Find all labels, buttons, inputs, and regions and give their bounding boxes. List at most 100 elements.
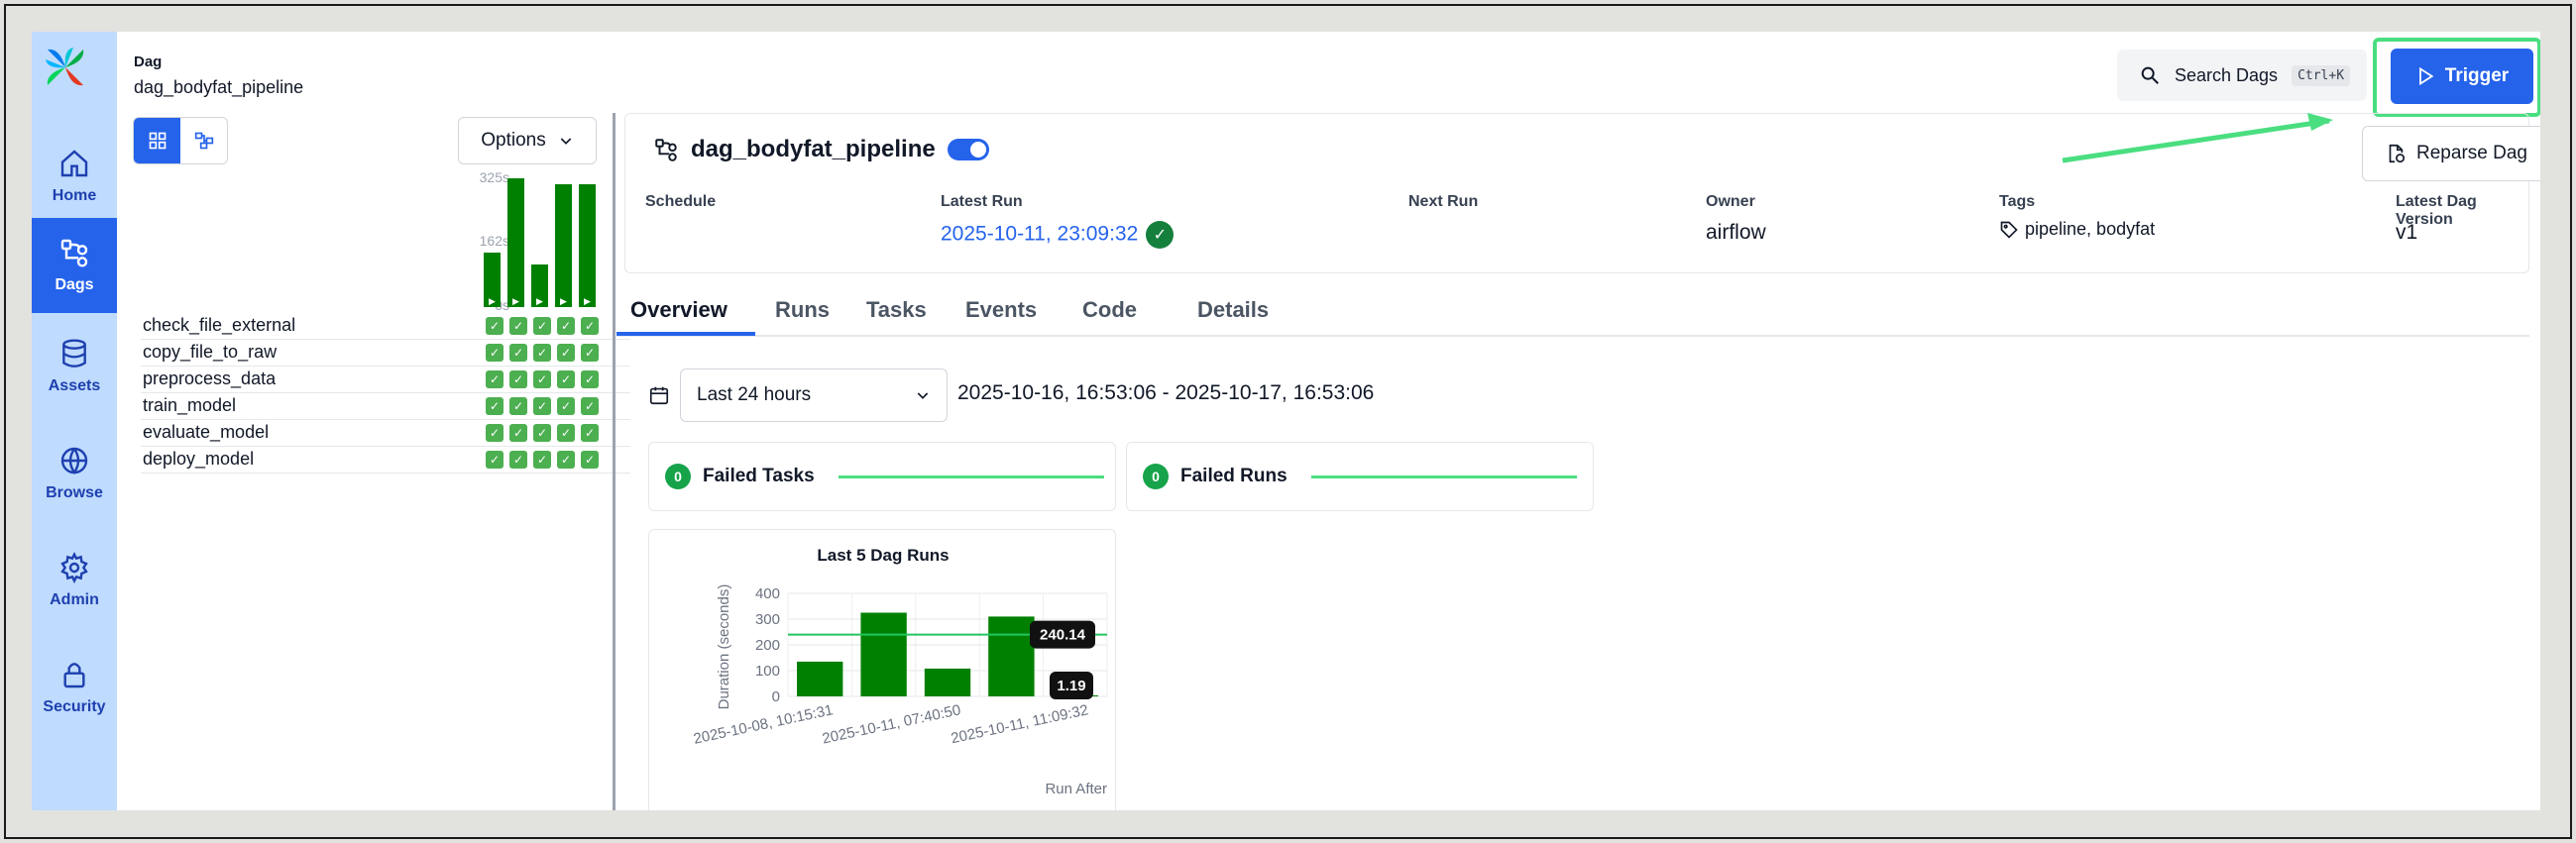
task-instance-success[interactable]: ✓ — [557, 344, 575, 362]
task-instance-success[interactable]: ✓ — [581, 370, 599, 388]
task-instance-success[interactable]: ✓ — [509, 424, 527, 442]
sidebar-item-dags[interactable]: Dags — [32, 218, 117, 313]
task-name[interactable]: copy_file_to_raw — [143, 342, 277, 363]
task-instance-success[interactable]: ✓ — [509, 370, 527, 388]
tab-code[interactable]: Code — [1082, 297, 1137, 323]
task-instance-success[interactable]: ✓ — [533, 397, 551, 415]
task-instance-success[interactable]: ✓ — [509, 317, 527, 335]
sidebar-item-assets[interactable]: Assets — [32, 319, 117, 414]
tab-overview[interactable]: Overview — [630, 297, 728, 323]
tab-events[interactable]: Events — [965, 297, 1037, 323]
task-instance-success[interactable]: ✓ — [486, 370, 504, 388]
trigger-button[interactable]: Trigger — [2391, 49, 2533, 104]
y-tick-label: 200 — [755, 637, 780, 654]
task-instance-success[interactable]: ✓ — [533, 344, 551, 362]
run-duration-bar[interactable]: ▶ — [579, 184, 596, 307]
play-icon: ▶ — [560, 296, 567, 306]
chart-bar[interactable] — [797, 661, 843, 696]
x-tick-label: 2025-10-11, 11:09:32 — [950, 701, 1090, 747]
task-instance-success[interactable]: ✓ — [557, 397, 575, 415]
task-instance-success[interactable]: ✓ — [533, 370, 551, 388]
task-instance-success[interactable]: ✓ — [509, 344, 527, 362]
task-instance-success[interactable]: ✓ — [486, 344, 504, 362]
latest-run-value: 2025-10-11, 23:09:32 ✓ — [941, 221, 1175, 249]
tab-tasks[interactable]: Tasks — [866, 297, 927, 323]
latest-run-link[interactable]: 2025-10-11, 23:09:32 — [941, 223, 1138, 246]
panel-divider[interactable] — [613, 113, 616, 810]
play-icon: ▶ — [584, 296, 591, 306]
play-icon: ▶ — [512, 296, 519, 306]
run-duration-bar[interactable]: ▶ — [507, 178, 524, 307]
grid-axis-max: 325s — [479, 169, 509, 185]
task-instance-success[interactable]: ✓ — [486, 317, 504, 335]
sidebar-item-security[interactable]: Security — [32, 640, 117, 735]
dag-title-text: dag_bodyfat_pipeline — [691, 136, 936, 162]
task-instance-success[interactable]: ✓ — [533, 317, 551, 335]
tab-runs[interactable]: Runs — [775, 297, 830, 323]
calendar-icon — [649, 386, 669, 405]
graph-view-button[interactable] — [180, 118, 227, 163]
pause-toggle[interactable] — [947, 139, 989, 160]
task-instance-success[interactable]: ✓ — [557, 451, 575, 469]
last-runs-chart-card: Last 5 Dag Runs 0 100 200 300 400 240.14 1.19 2… — [648, 529, 1116, 810]
breadcrumb-dag-name[interactable]: dag_bodyfat_pipeline — [134, 77, 303, 98]
failed-tasks-card[interactable]: 0 Failed Tasks — [648, 442, 1116, 511]
task-instance-success[interactable]: ✓ — [581, 451, 599, 469]
time-range-select[interactable]: Last 24 hours — [680, 369, 948, 422]
search-dags-button[interactable]: Search Dags Ctrl+K — [2117, 50, 2367, 101]
task-name[interactable]: train_model — [143, 395, 236, 416]
task-instance-success[interactable]: ✓ — [557, 370, 575, 388]
task-name[interactable]: deploy_model — [143, 449, 254, 470]
sidebar-item-label: Home — [52, 187, 97, 204]
last-value-badge-label: 1.19 — [1057, 678, 1085, 694]
grid-view-button[interactable] — [134, 118, 180, 163]
run-duration-bar[interactable]: ▶ — [531, 264, 548, 307]
chart-bar[interactable] — [988, 616, 1035, 696]
lock-icon — [63, 663, 85, 688]
average-badge-label: 240.14 — [1040, 627, 1086, 644]
last-runs-chart: 0 100 200 300 400 240.14 1.19 2025-10-08, 10:15… — [692, 584, 1108, 797]
task-instance-success[interactable]: ✓ — [486, 451, 504, 469]
task-instance-success[interactable]: ✓ — [581, 344, 599, 362]
task-name[interactable]: check_file_external — [143, 315, 295, 336]
chart-bar[interactable] — [924, 668, 971, 696]
task-instance-success[interactable]: ✓ — [509, 397, 527, 415]
sidebar-item-home[interactable]: Home — [32, 129, 117, 224]
run-duration-bar[interactable]: ▶ — [555, 184, 572, 307]
task-instance-success[interactable]: ✓ — [581, 397, 599, 415]
task-instance-success[interactable]: ✓ — [486, 424, 504, 442]
task-name[interactable]: preprocess_data — [143, 369, 276, 389]
chart-bar[interactable] — [860, 612, 907, 697]
tab-details[interactable]: Details — [1197, 297, 1269, 323]
task-instance-success[interactable]: ✓ — [581, 317, 599, 335]
airflow-logo-icon[interactable] — [40, 42, 91, 93]
task-instance-success[interactable]: ✓ — [533, 424, 551, 442]
owner-label: Owner — [1706, 193, 1755, 210]
play-icon: ▶ — [536, 296, 543, 306]
y-tick-label: 400 — [755, 585, 780, 602]
sidebar-item-admin[interactable]: Admin — [32, 533, 117, 628]
owner-value[interactable]: airflow — [1706, 221, 1766, 245]
search-label: Search Dags — [2175, 64, 2279, 85]
reparse-dag-button[interactable]: Reparse Dag — [2362, 126, 2540, 181]
task-instance-success[interactable]: ✓ — [509, 451, 527, 469]
options-button[interactable]: Options — [458, 117, 597, 164]
time-range-value: Last 24 hours — [697, 384, 812, 405]
view-toggle — [133, 117, 228, 164]
task-instance-success[interactable]: ✓ — [557, 424, 575, 442]
task-instance-success[interactable]: ✓ — [557, 317, 575, 335]
time-range-text: 2025-10-16, 16:53:06 - 2025-10-17, 16:53… — [957, 381, 1375, 404]
task-instance-success[interactable]: ✓ — [533, 451, 551, 469]
sidebar-item-browse[interactable]: Browse — [32, 426, 117, 521]
y-tick-label: 300 — [755, 611, 780, 628]
task-name[interactable]: evaluate_model — [143, 422, 269, 443]
failed-tasks-label: Failed Tasks — [703, 466, 815, 486]
run-duration-bar[interactable]: ▶ — [484, 253, 501, 307]
schedule-label: Schedule — [645, 193, 717, 210]
failed-runs-card[interactable]: 0 Failed Runs — [1126, 442, 1594, 511]
tags-text: pipeline, bodyfat — [2025, 219, 2156, 239]
task-instance-success[interactable]: ✓ — [581, 424, 599, 442]
task-instance-success[interactable]: ✓ — [486, 397, 504, 415]
task-row-divider — [141, 392, 630, 393]
file-refresh-icon — [2389, 144, 2406, 163]
